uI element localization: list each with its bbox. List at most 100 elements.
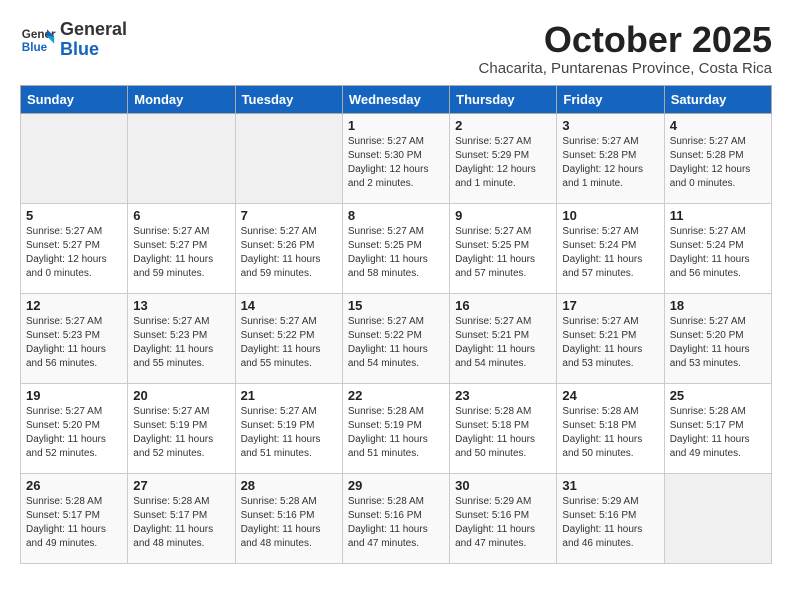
day-detail: Sunrise: 5:27 AM Sunset: 5:24 PM Dayligh… [562, 225, 658, 281]
cell-w3-d1: 12 Sunrise: 5:27 AM Sunset: 5:23 PM Dayli… [21, 293, 128, 383]
day-number: 21 [241, 388, 337, 403]
cell-w1-d2 [128, 113, 235, 203]
cell-w5-d6: 31Sunrise: 5:29 AM Sunset: 5:16 PM Dayli… [557, 473, 664, 563]
calendar-table: SundayMondayTuesdayWednesdayThursdayFrid… [20, 85, 772, 564]
day-number: 10 [562, 208, 658, 223]
cell-w4-d2: 20 Sunrise: 5:27 AM Sunset: 5:19 PM Dayli… [128, 383, 235, 473]
day-detail: Sunrise: 5:27 AM Sunset: 5:24 PM Dayligh… [670, 225, 766, 281]
cell-w5-d3: 28Sunrise: 5:28 AM Sunset: 5:16 PM Dayli… [235, 473, 342, 563]
day-detail: Sunrise: 5:28 AM Sunset: 5:17 PM Dayligh… [26, 495, 122, 551]
cell-w5-d7 [664, 473, 771, 563]
day-detail: Sunrise: 5:28 AM Sunset: 5:18 PM Dayligh… [562, 405, 658, 461]
cell-w4-d4: 22 Sunrise: 5:28 AM Sunset: 5:19 PM Dayli… [342, 383, 449, 473]
day-number: 22 [348, 388, 444, 403]
day-detail: Sunrise: 5:28 AM Sunset: 5:19 PM Dayligh… [348, 405, 444, 461]
logo-general-text: General [60, 19, 127, 39]
day-number: 28 [241, 478, 337, 493]
cell-w3-d6: 17Sunrise: 5:27 AM Sunset: 5:21 PM Dayli… [557, 293, 664, 383]
cell-w3-d3: 14Sunrise: 5:27 AM Sunset: 5:22 PM Dayli… [235, 293, 342, 383]
logo-icon: General Blue [20, 22, 56, 58]
day-detail: Sunrise: 5:27 AM Sunset: 5:23 PM Dayligh… [133, 315, 229, 371]
cell-w3-d7: 18 Sunrise: 5:27 AM Sunset: 5:20 PM Dayli… [664, 293, 771, 383]
day-detail: Sunrise: 5:27 AM Sunset: 5:21 PM Dayligh… [455, 315, 551, 371]
day-number: 7 [241, 208, 337, 223]
title-block: October 2025 Chacarita, Puntarenas Provi… [479, 20, 772, 77]
calendar-header: SundayMondayTuesdayWednesdayThursdayFrid… [21, 85, 772, 113]
day-number: 19 [26, 388, 122, 403]
day-number: 1 [348, 118, 444, 133]
day-number: 23 [455, 388, 551, 403]
header-row: SundayMondayTuesdayWednesdayThursdayFrid… [21, 85, 772, 113]
cell-w5-d5: 30 Sunrise: 5:29 AM Sunset: 5:16 PM Dayli… [450, 473, 557, 563]
week-row-3: 12 Sunrise: 5:27 AM Sunset: 5:23 PM Dayli… [21, 293, 772, 383]
day-number: 12 [26, 298, 122, 313]
day-number: 31 [562, 478, 658, 493]
cell-w1-d6: 3Sunrise: 5:27 AM Sunset: 5:28 PM Daylig… [557, 113, 664, 203]
day-number: 9 [455, 208, 551, 223]
calendar-body: 1 Sunrise: 5:27 AM Sunset: 5:30 PM Daylig… [21, 113, 772, 563]
cell-w2-d7: 11 Sunrise: 5:27 AM Sunset: 5:24 PM Dayli… [664, 203, 771, 293]
day-number: 4 [670, 118, 766, 133]
day-detail: Sunrise: 5:29 AM Sunset: 5:16 PM Dayligh… [455, 495, 551, 551]
header-monday: Monday [128, 85, 235, 113]
cell-w3-d5: 16Sunrise: 5:27 AM Sunset: 5:21 PM Dayli… [450, 293, 557, 383]
day-number: 26 [26, 478, 122, 493]
cell-w1-d5: 2 Sunrise: 5:27 AM Sunset: 5:29 PM Daylig… [450, 113, 557, 203]
cell-w2-d5: 9Sunrise: 5:27 AM Sunset: 5:25 PM Daylig… [450, 203, 557, 293]
day-detail: Sunrise: 5:27 AM Sunset: 5:26 PM Dayligh… [241, 225, 337, 281]
day-number: 6 [133, 208, 229, 223]
cell-w3-d2: 13 Sunrise: 5:27 AM Sunset: 5:23 PM Dayli… [128, 293, 235, 383]
day-detail: Sunrise: 5:28 AM Sunset: 5:16 PM Dayligh… [348, 495, 444, 551]
day-number: 29 [348, 478, 444, 493]
cell-w2-d3: 7 Sunrise: 5:27 AM Sunset: 5:26 PM Daylig… [235, 203, 342, 293]
cell-w4-d3: 21Sunrise: 5:27 AM Sunset: 5:19 PM Dayli… [235, 383, 342, 473]
month-title: October 2025 [479, 20, 772, 60]
page-header: General Blue General Blue October 2025 C… [20, 20, 772, 77]
day-number: 11 [670, 208, 766, 223]
logo: General Blue General Blue [20, 20, 127, 60]
day-number: 20 [133, 388, 229, 403]
svg-text:Blue: Blue [22, 41, 48, 54]
day-number: 18 [670, 298, 766, 313]
cell-w2-d4: 8 Sunrise: 5:27 AM Sunset: 5:25 PM Daylig… [342, 203, 449, 293]
logo-blue-text: Blue [60, 39, 99, 59]
cell-w5-d4: 29 Sunrise: 5:28 AM Sunset: 5:16 PM Dayli… [342, 473, 449, 563]
day-detail: Sunrise: 5:28 AM Sunset: 5:18 PM Dayligh… [455, 405, 551, 461]
cell-w3-d4: 15Sunrise: 5:27 AM Sunset: 5:22 PM Dayli… [342, 293, 449, 383]
cell-w1-d3 [235, 113, 342, 203]
week-row-5: 26 Sunrise: 5:28 AM Sunset: 5:17 PM Dayli… [21, 473, 772, 563]
day-detail: Sunrise: 5:28 AM Sunset: 5:17 PM Dayligh… [133, 495, 229, 551]
day-detail: Sunrise: 5:27 AM Sunset: 5:19 PM Dayligh… [133, 405, 229, 461]
week-row-1: 1 Sunrise: 5:27 AM Sunset: 5:30 PM Daylig… [21, 113, 772, 203]
day-detail: Sunrise: 5:27 AM Sunset: 5:28 PM Dayligh… [670, 135, 766, 191]
logo-text: General Blue [60, 20, 127, 60]
day-number: 2 [455, 118, 551, 133]
header-tuesday: Tuesday [235, 85, 342, 113]
day-number: 3 [562, 118, 658, 133]
cell-w4-d6: 24 Sunrise: 5:28 AM Sunset: 5:18 PM Dayli… [557, 383, 664, 473]
header-sunday: Sunday [21, 85, 128, 113]
cell-w1-d1 [21, 113, 128, 203]
day-detail: Sunrise: 5:27 AM Sunset: 5:22 PM Dayligh… [348, 315, 444, 371]
day-detail: Sunrise: 5:27 AM Sunset: 5:30 PM Dayligh… [348, 135, 444, 191]
day-number: 27 [133, 478, 229, 493]
week-row-4: 19 Sunrise: 5:27 AM Sunset: 5:20 PM Dayli… [21, 383, 772, 473]
day-detail: Sunrise: 5:27 AM Sunset: 5:22 PM Dayligh… [241, 315, 337, 371]
day-detail: Sunrise: 5:27 AM Sunset: 5:25 PM Dayligh… [348, 225, 444, 281]
cell-w2-d6: 10 Sunrise: 5:27 AM Sunset: 5:24 PM Dayli… [557, 203, 664, 293]
cell-w5-d1: 26 Sunrise: 5:28 AM Sunset: 5:17 PM Dayli… [21, 473, 128, 563]
header-thursday: Thursday [450, 85, 557, 113]
day-number: 8 [348, 208, 444, 223]
day-detail: Sunrise: 5:27 AM Sunset: 5:20 PM Dayligh… [26, 405, 122, 461]
day-detail: Sunrise: 5:27 AM Sunset: 5:23 PM Dayligh… [26, 315, 122, 371]
day-detail: Sunrise: 5:27 AM Sunset: 5:27 PM Dayligh… [133, 225, 229, 281]
day-number: 5 [26, 208, 122, 223]
day-number: 30 [455, 478, 551, 493]
day-detail: Sunrise: 5:27 AM Sunset: 5:29 PM Dayligh… [455, 135, 551, 191]
day-detail: Sunrise: 5:27 AM Sunset: 5:20 PM Dayligh… [670, 315, 766, 371]
cell-w4-d5: 23 Sunrise: 5:28 AM Sunset: 5:18 PM Dayli… [450, 383, 557, 473]
day-number: 13 [133, 298, 229, 313]
day-number: 24 [562, 388, 658, 403]
day-detail: Sunrise: 5:28 AM Sunset: 5:17 PM Dayligh… [670, 405, 766, 461]
cell-w5-d2: 27 Sunrise: 5:28 AM Sunset: 5:17 PM Dayli… [128, 473, 235, 563]
